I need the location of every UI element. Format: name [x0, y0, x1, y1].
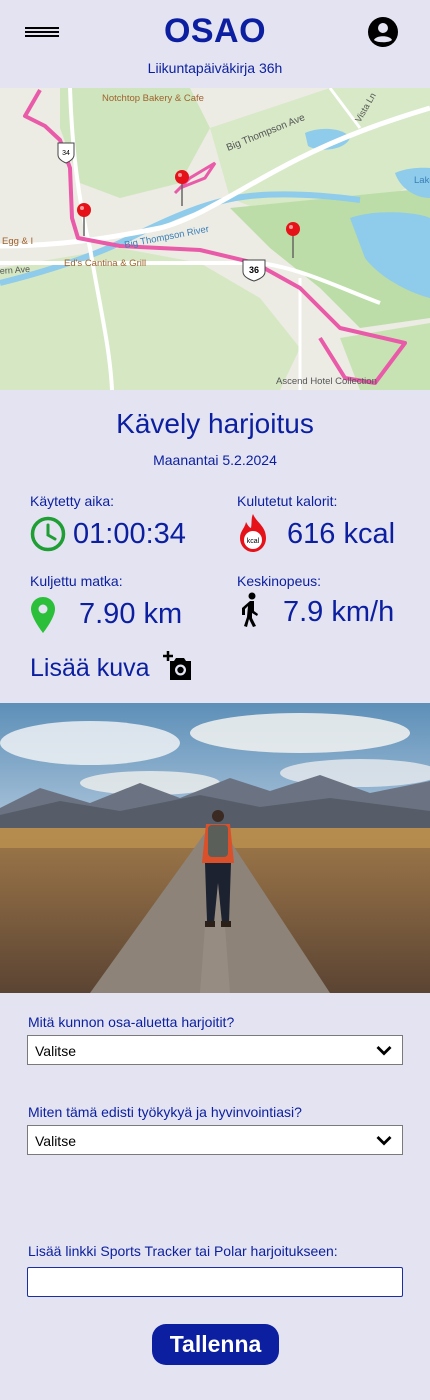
chevron-down-icon [376, 1136, 392, 1146]
add-photo-label: Lisää kuva [30, 654, 150, 682]
distance-label: Kuljettu matka: [30, 573, 123, 589]
wellbeing-select[interactable]: Valitse [27, 1125, 403, 1155]
map-label-egg: Egg & I [2, 236, 33, 247]
speed-value: 7.9 km/h [283, 596, 395, 628]
save-button[interactable]: Tallenna [152, 1324, 279, 1365]
route-shield-1: 34 [62, 150, 70, 157]
route-map[interactable]: 34 36 Notchtop Bakery & Cafe Big Thompso… [0, 88, 430, 390]
flame-kcal-icon: kcal [240, 514, 266, 552]
time-value: 01:00:34 [73, 518, 186, 550]
fitness-area-select[interactable]: Valitse [27, 1035, 403, 1065]
clock-icon [30, 516, 66, 552]
fitness-area-select-value: Valitse [35, 1043, 76, 1059]
map-label-lake: Lake Estes [414, 175, 430, 186]
link-label: Lisää linkki Sports Tracker tai Polar ha… [28, 1243, 338, 1259]
distance-value: 7.90 km [79, 598, 183, 630]
hiker-landscape-photo [0, 703, 430, 993]
time-label: Käytetty aika: [30, 493, 115, 509]
add-photo-button[interactable]: Lisää kuva [30, 650, 200, 690]
chevron-down-icon [376, 1046, 392, 1056]
wellbeing-select-value: Valitse [35, 1133, 76, 1149]
map-label-street: ern Ave [0, 264, 30, 276]
workout-link-input[interactable] [27, 1267, 403, 1297]
location-pin-icon [31, 597, 55, 633]
route-map-graphic: 34 36 Notchtop Bakery & Cafe Big Thompso… [0, 88, 430, 390]
app-header: OSAO Liikuntapäiväkirja 36h [0, 0, 430, 88]
workout-photo [0, 703, 430, 993]
calories-label: Kulutetut kalorit: [237, 493, 338, 509]
app-title: OSAO [163, 12, 267, 50]
workout-title: Kävely harjoitus [116, 408, 314, 439]
route-shield-2: 36 [249, 265, 259, 275]
map-label-restaurant: Ed's Cantina & Grill [64, 258, 146, 269]
map-label-hotel: Ascend Hotel Collection [276, 376, 377, 387]
flame-kcal-text: kcal [247, 538, 260, 545]
add-photo-camera-icon[interactable] [161, 650, 193, 682]
q1-label: Mitä kunnon osa-aluetta harjoitit? [28, 1014, 235, 1030]
account-circle-icon[interactable] [367, 16, 399, 48]
calories-value: 616 kcal [287, 518, 396, 550]
speed-label: Keskinopeus: [237, 573, 322, 589]
map-label-bakery: Notchtop Bakery & Cafe [102, 93, 204, 104]
q2-label: Miten tämä edisti työkykyä ja hyvinvoint… [28, 1104, 302, 1120]
app-subtitle: Liikuntapäiväkirja 36h [147, 60, 283, 76]
workout-date: Maanantai 5.2.2024 [153, 452, 277, 468]
walking-person-icon [242, 592, 258, 627]
